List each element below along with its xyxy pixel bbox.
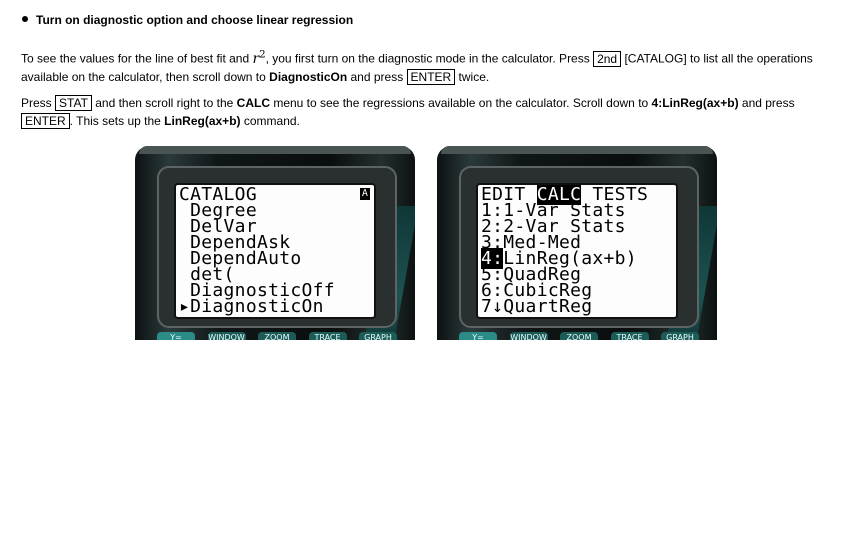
text: twice. bbox=[455, 69, 490, 84]
calculator-rim bbox=[139, 146, 411, 154]
graph-key: GRAPH bbox=[359, 332, 397, 340]
item-text: QuartReg bbox=[503, 296, 593, 317]
catalog-item-selected: ▸DiagnosticOn bbox=[179, 296, 324, 317]
alpha-lock-badge: A bbox=[360, 188, 370, 200]
calculator-catalog-screenshot: CATALOG A Degree DelVar DependAsk Depend… bbox=[135, 146, 415, 340]
diagnostic-on-label: DiagnosticOn bbox=[269, 69, 348, 84]
calculator-stat-calc-screenshot: EDIT CALC TESTS 1:1-Var Stats 2:2-Var St… bbox=[437, 146, 717, 340]
key-enter: ENTER bbox=[21, 113, 70, 129]
stat-item: 7↓QuartReg bbox=[481, 296, 676, 317]
y-equals-key: Y= bbox=[157, 332, 195, 340]
y-equals-key: Y= bbox=[459, 332, 497, 340]
text: and then scroll right to the bbox=[91, 96, 237, 110]
paragraph-linreg: Press STAT and then scroll right to the … bbox=[21, 94, 831, 130]
window-key: WINDOW bbox=[207, 332, 246, 340]
graph-key: GRAPH bbox=[661, 332, 699, 340]
heading-text: Turn on diagnostic option and choose lin… bbox=[36, 13, 354, 27]
bullet-icon bbox=[22, 16, 28, 22]
item-sep: ↓ bbox=[492, 296, 504, 317]
function-keys: Y= WINDOW ZOOM TRACE GRAPH bbox=[157, 332, 397, 340]
key-stat: STAT bbox=[55, 95, 92, 111]
zoom-key: ZOOM bbox=[258, 332, 296, 340]
text: and press bbox=[347, 69, 407, 84]
text: Press bbox=[21, 96, 56, 110]
item-number: 7 bbox=[481, 296, 493, 317]
trace-key: TRACE bbox=[610, 332, 649, 340]
window-key: WINDOW bbox=[509, 332, 548, 340]
calc-menu-label: CALC bbox=[236, 96, 270, 110]
section-heading: Turn on diagnostic option and choose lin… bbox=[22, 13, 353, 27]
stat-calc-screen: EDIT CALC TESTS 1:1-Var Stats 2:2-Var St… bbox=[476, 183, 678, 319]
key-2nd: 2nd bbox=[593, 50, 622, 67]
text: , you first turn on the diagnostic mode … bbox=[265, 51, 594, 66]
calculator-rim bbox=[441, 146, 713, 154]
function-keys: Y= WINDOW ZOOM TRACE GRAPH bbox=[459, 332, 699, 340]
linreg-command-label: LinReg(ax+b) bbox=[164, 114, 241, 128]
catalog-screen: CATALOG A Degree DelVar DependAsk Depend… bbox=[174, 183, 376, 319]
paragraph-diagnostic: To see the values for the line of best f… bbox=[21, 46, 831, 86]
text: command. bbox=[240, 114, 300, 128]
trace-key: TRACE bbox=[308, 332, 347, 340]
text: menu to see the regressions available on… bbox=[269, 96, 652, 110]
text: To see the values for the line of best f… bbox=[21, 51, 253, 66]
r-squared: r2 bbox=[252, 49, 265, 67]
text: and press bbox=[738, 96, 795, 110]
zoom-key: ZOOM bbox=[560, 332, 598, 340]
text: . This sets up the bbox=[69, 114, 165, 128]
linreg-item-label: 4:LinReg(ax+b) bbox=[651, 96, 739, 110]
key-enter: ENTER bbox=[406, 68, 456, 85]
